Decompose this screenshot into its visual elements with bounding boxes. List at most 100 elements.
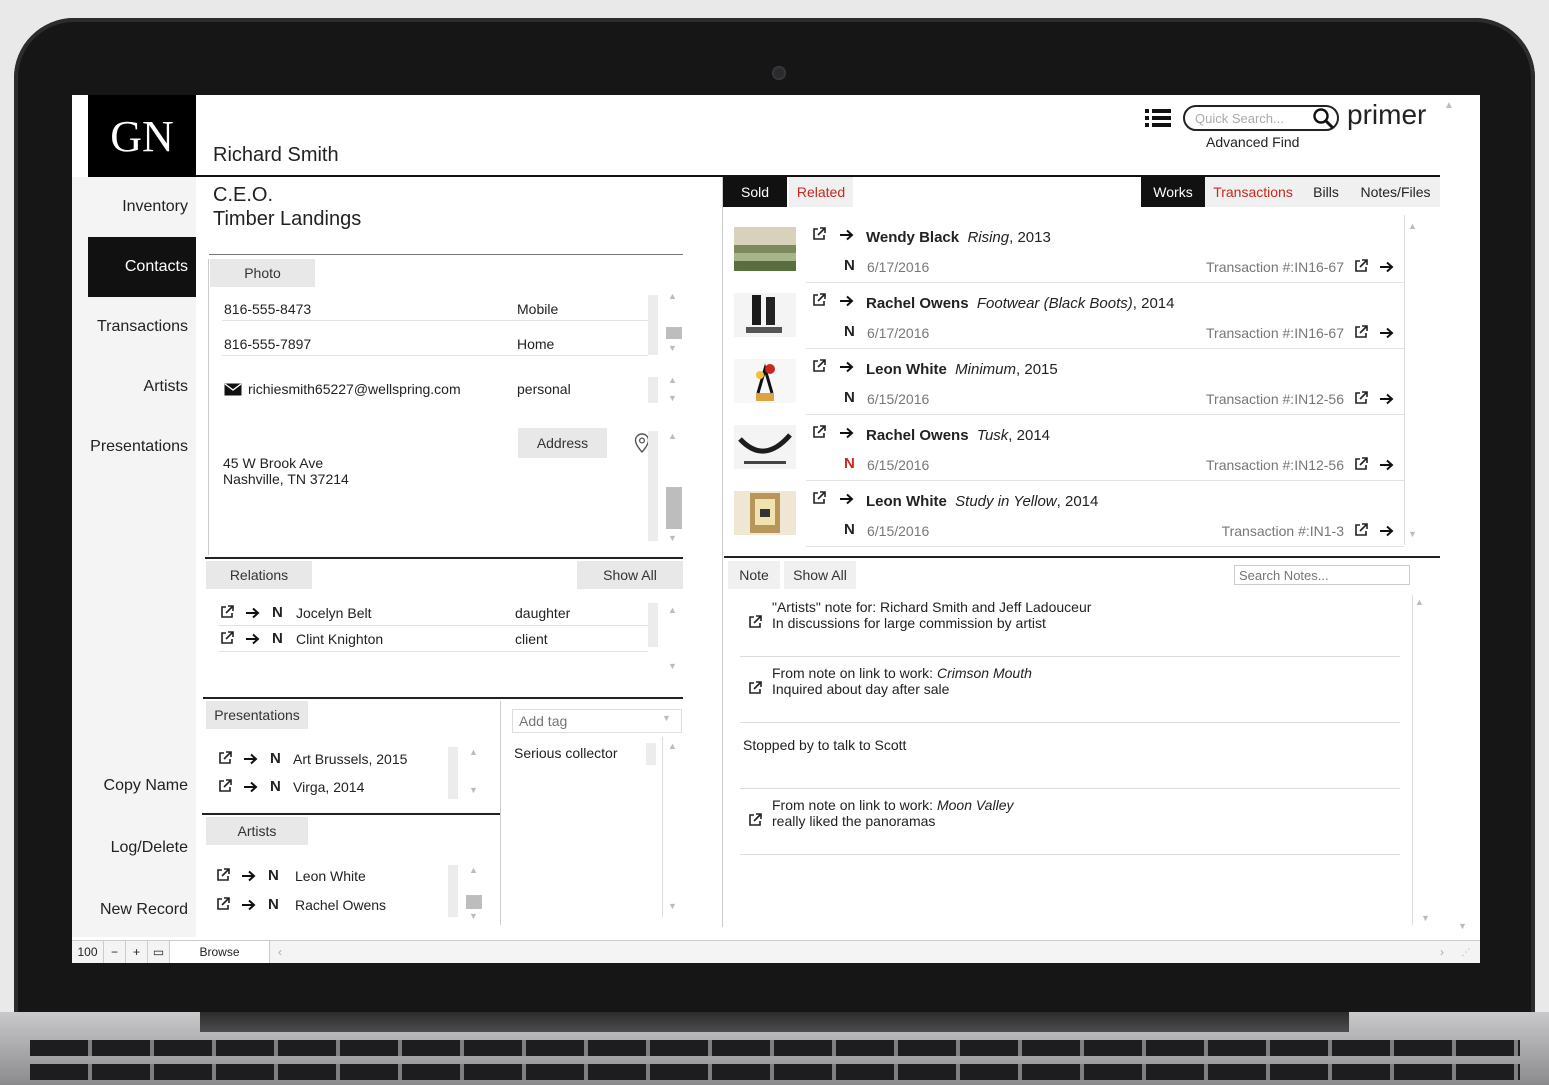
note-linked-work[interactable]: Moon Valley [937, 797, 1014, 813]
scroll-right-arrow[interactable]: › [1432, 941, 1452, 963]
open-record-icon[interactable] [1354, 325, 1368, 339]
go-arrow-icon[interactable] [1380, 393, 1394, 405]
zoom-in-button[interactable]: + [126, 941, 148, 963]
artwork-thumbnail[interactable] [734, 227, 796, 271]
photo-tab[interactable]: Photo [210, 259, 315, 287]
note-item[interactable]: Stopped by to talk to Scott [740, 727, 1400, 789]
artwork-thumbnail[interactable] [734, 293, 796, 337]
copy-name-button[interactable]: Copy Name [72, 777, 188, 795]
go-arrow-icon[interactable] [244, 781, 258, 793]
tags-scrollbar[interactable] [662, 737, 663, 917]
scroll-down-arrow[interactable]: ▼ [668, 393, 677, 403]
go-arrow-icon[interactable] [242, 870, 256, 882]
work-row[interactable]: Wendy Black Rising, 2013 N 6/17/2016 Transa… [724, 219, 1404, 285]
scroll-down-arrow[interactable]: ▼ [1458, 921, 1467, 931]
tab-notes-files[interactable]: Notes/Files [1351, 177, 1440, 207]
note-tab[interactable]: Note [728, 561, 780, 589]
go-arrow-icon[interactable] [840, 295, 854, 307]
go-arrow-icon[interactable] [1380, 327, 1394, 339]
toolbar-toggle-icon[interactable]: ▭ [148, 941, 170, 963]
email-address[interactable]: richiesmith65227@wellspring.com [248, 381, 461, 397]
sidebar-item-artists[interactable]: Artists [88, 357, 196, 417]
scroll-up-arrow[interactable]: ▲ [1415, 597, 1424, 607]
address-button[interactable]: Address [518, 428, 607, 458]
scroll-up-arrow[interactable]: ▲ [469, 747, 478, 757]
artwork-thumbnail[interactable] [734, 425, 796, 469]
scroll-up-arrow[interactable]: ▲ [1444, 100, 1454, 111]
tag-item[interactable]: Serious collector [514, 745, 618, 761]
transaction-id[interactable]: Transaction #:IN12-56 [1206, 457, 1344, 473]
advanced-find-link[interactable]: Advanced Find [1206, 134, 1299, 150]
go-arrow-icon[interactable] [840, 229, 854, 241]
scroll-left-arrow[interactable]: ‹ [270, 941, 290, 963]
transaction-id[interactable]: Transaction #:IN1-3 [1222, 523, 1344, 539]
open-record-icon[interactable] [1354, 457, 1368, 471]
go-arrow-icon[interactable] [242, 899, 256, 911]
sidebar-item-presentations[interactable]: Presentations [88, 417, 196, 477]
scroll-down-arrow[interactable]: ▼ [668, 343, 677, 353]
scroll-down-arrow[interactable]: ▼ [1421, 913, 1430, 923]
app-logo[interactable]: GN [88, 95, 196, 177]
open-record-icon[interactable] [812, 293, 826, 307]
note-item[interactable]: "Artists" note for: Richard Smith and Je… [740, 595, 1400, 657]
open-record-icon[interactable] [216, 897, 230, 911]
relation-role[interactable]: daughter [515, 605, 570, 621]
address-line-2[interactable]: Nashville, TN 37214 [223, 471, 349, 487]
tab-sold[interactable]: Sold [723, 177, 787, 207]
presentation-name[interactable]: Virga, 2014 [293, 779, 364, 795]
note-linked-work[interactable]: Crimson Mouth [937, 665, 1032, 681]
go-arrow-icon[interactable] [246, 607, 260, 619]
work-title[interactable]: Leon White Minimum, 2015 [866, 361, 1058, 378]
artists-tab[interactable]: Artists [206, 817, 308, 845]
tab-works[interactable]: Works [1141, 177, 1205, 207]
scroll-up-arrow[interactable]: ▲ [668, 291, 677, 301]
go-arrow-icon[interactable] [1380, 261, 1394, 273]
relation-name[interactable]: Clint Knighton [296, 631, 383, 647]
artists-scrollbar-thumb[interactable] [466, 895, 482, 909]
mode-indicator[interactable]: Browse [170, 941, 270, 963]
open-record-icon[interactable] [812, 227, 826, 241]
note-item[interactable]: From note on link to work: Crimson Mouth… [740, 661, 1400, 723]
sidebar-item-transactions[interactable]: Transactions [88, 297, 196, 357]
relations-scrollbar-track[interactable] [648, 603, 658, 647]
open-record-icon[interactable] [1354, 391, 1368, 405]
address-line-1[interactable]: 45 W Brook Ave [223, 455, 323, 471]
go-arrow-icon[interactable] [244, 753, 258, 765]
list-view-icon[interactable] [1145, 108, 1171, 128]
open-record-icon[interactable] [1354, 259, 1368, 273]
scroll-down-arrow[interactable]: ▼ [668, 533, 677, 543]
email-scrollbar-track[interactable] [648, 377, 658, 403]
search-notes-input[interactable] [1234, 565, 1410, 585]
go-arrow-icon[interactable] [246, 633, 260, 645]
note-item[interactable]: From note on link to work: Moon Valley re… [740, 793, 1400, 855]
phone-type[interactable]: Mobile [517, 301, 558, 317]
work-title[interactable]: Wendy Black Rising, 2013 [866, 229, 1051, 246]
relations-show-all-button[interactable]: Show All [577, 561, 683, 589]
work-row[interactable]: Leon White Study in Yellow, 2014 N 6/15/20… [724, 483, 1404, 549]
zoom-out-button[interactable]: − [104, 941, 126, 963]
open-record-icon[interactable] [216, 868, 230, 882]
work-title[interactable]: Leon White Study in Yellow, 2014 [866, 493, 1098, 510]
tab-bills[interactable]: Bills [1301, 177, 1351, 207]
phone-scrollbar-track[interactable] [648, 295, 658, 355]
open-note-icon[interactable] [748, 813, 762, 827]
phone-number[interactable]: 816-555-7897 [224, 336, 311, 352]
go-arrow-icon[interactable] [1380, 525, 1394, 537]
sidebar-item-contacts[interactable]: Contacts [88, 237, 196, 297]
search-icon[interactable] [1312, 107, 1334, 129]
relations-tab[interactable]: Relations [206, 561, 312, 589]
work-row[interactable]: Rachel Owens Footwear (Black Boots), 201… [724, 285, 1404, 351]
presentations-scrollbar-track[interactable] [448, 747, 458, 799]
go-arrow-icon[interactable] [840, 493, 854, 505]
artist-name[interactable]: Rachel Owens [295, 897, 386, 913]
open-record-icon[interactable] [812, 425, 826, 439]
open-record-icon[interactable] [812, 359, 826, 373]
email-type[interactable]: personal [517, 381, 571, 397]
address-scrollbar-track[interactable] [648, 431, 658, 541]
relation-name[interactable]: Jocelyn Belt [296, 605, 371, 621]
scroll-up-arrow[interactable]: ▲ [469, 865, 478, 875]
work-title[interactable]: Rachel Owens Footwear (Black Boots), 201… [866, 295, 1175, 312]
artists-scrollbar-track[interactable] [448, 865, 458, 917]
open-note-icon[interactable] [748, 615, 762, 629]
add-tag-input[interactable] [512, 709, 682, 733]
